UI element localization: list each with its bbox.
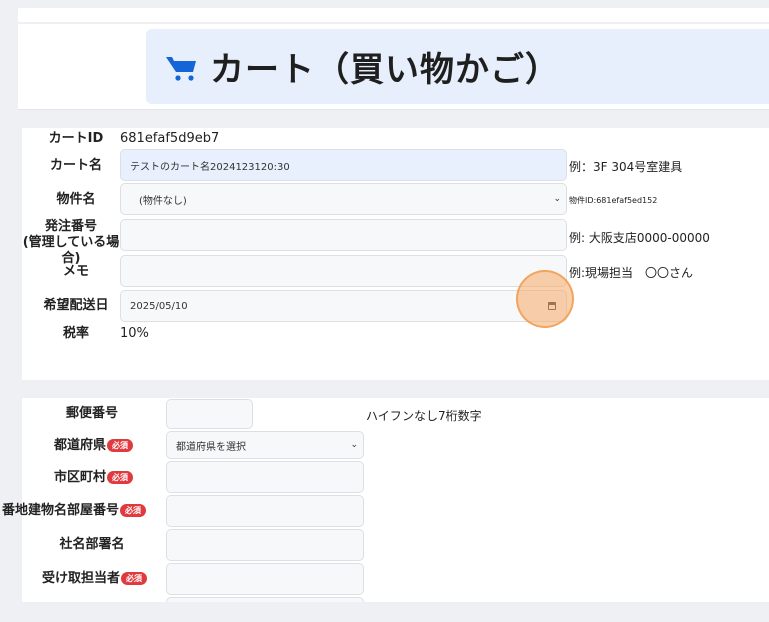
delivery-date-input[interactable]: 2025/05/10: [120, 290, 567, 322]
recipient-label-text: 受け取担当者: [42, 571, 121, 586]
property-id-hint: 物件ID:681efaf5ed152: [569, 196, 658, 205]
recipient-input[interactable]: [166, 563, 364, 595]
property-select[interactable]: (物件なし) ⌄: [120, 183, 567, 215]
cart-id-value: 681efaf5d9eb7: [120, 131, 220, 146]
cart-id-label: カートID: [48, 131, 104, 146]
order-number-label-line1: 発注番号: [44, 219, 97, 234]
memo-hint: 例:現場担当 〇〇さん: [569, 266, 694, 280]
property-label: 物件名: [56, 192, 96, 207]
prefecture-label-text: 都道府県: [54, 438, 107, 453]
prefecture-select[interactable]: 都道府県を選択 ⌄: [166, 431, 364, 459]
company-dept-input[interactable]: [166, 529, 364, 561]
memo-input[interactable]: [120, 255, 567, 287]
page-header: カート（買い物かご）: [146, 29, 769, 104]
postal-code-label: 郵便番号: [65, 406, 118, 421]
order-number-input[interactable]: [120, 219, 567, 251]
calendar-icon[interactable]: [548, 302, 556, 310]
cart-name-input[interactable]: テストのカート名2024123120:30: [120, 149, 567, 181]
company-dept-label: 社名部署名: [59, 537, 125, 552]
prefecture-label: 都道府県 必須: [36, 438, 162, 454]
page-title: カート（買い物かご）: [210, 50, 560, 90]
cart-name-hint: 例：3F 304号室建具: [569, 160, 683, 174]
delivery-date-value: 2025/05/10: [130, 300, 188, 312]
required-badge: 必須: [121, 572, 148, 585]
city-input[interactable]: [166, 461, 364, 493]
required-badge: 必須: [120, 504, 147, 517]
recipient-label: 受け取担当者 必須: [22, 571, 166, 587]
required-badge: 必須: [107, 439, 134, 452]
postal-code-input[interactable]: [166, 399, 253, 429]
tax-rate-label: 税率: [62, 326, 89, 341]
city-label: 市区町村 必須: [36, 470, 162, 486]
street-input[interactable]: [166, 495, 364, 527]
chevron-down-icon: ⌄: [350, 440, 358, 450]
postal-code-hint: ハイフンなし7桁数字: [366, 409, 482, 423]
cart-name-label: カート名: [49, 158, 102, 173]
tax-rate-value: 10%: [120, 326, 149, 341]
delivery-date-label: 希望配送日: [43, 298, 109, 313]
top-strip: [18, 8, 769, 22]
prefecture-select-value: 都道府県を選択: [176, 441, 246, 453]
order-number-label: 発注番号 (管理している場合): [22, 219, 120, 267]
street-label: 番地建物名部屋番号 必須: [2, 503, 166, 519]
chevron-down-icon: ⌄: [553, 194, 561, 204]
street-label-text: 番地建物名部屋番号: [2, 503, 120, 518]
cart-icon: [166, 56, 196, 81]
required-badge: 必須: [107, 471, 134, 484]
order-number-label-line2: (管理している場合): [22, 235, 120, 266]
cart-name-value: テストのカート名2024123120:30: [130, 161, 290, 173]
memo-label: メモ: [62, 264, 89, 279]
order-number-hint: 例: 大阪支店0000-00000: [569, 231, 710, 245]
city-label-text: 市区町村: [54, 470, 107, 485]
property-select-value: (物件なし): [139, 195, 187, 207]
next-field-input[interactable]: [166, 597, 364, 602]
